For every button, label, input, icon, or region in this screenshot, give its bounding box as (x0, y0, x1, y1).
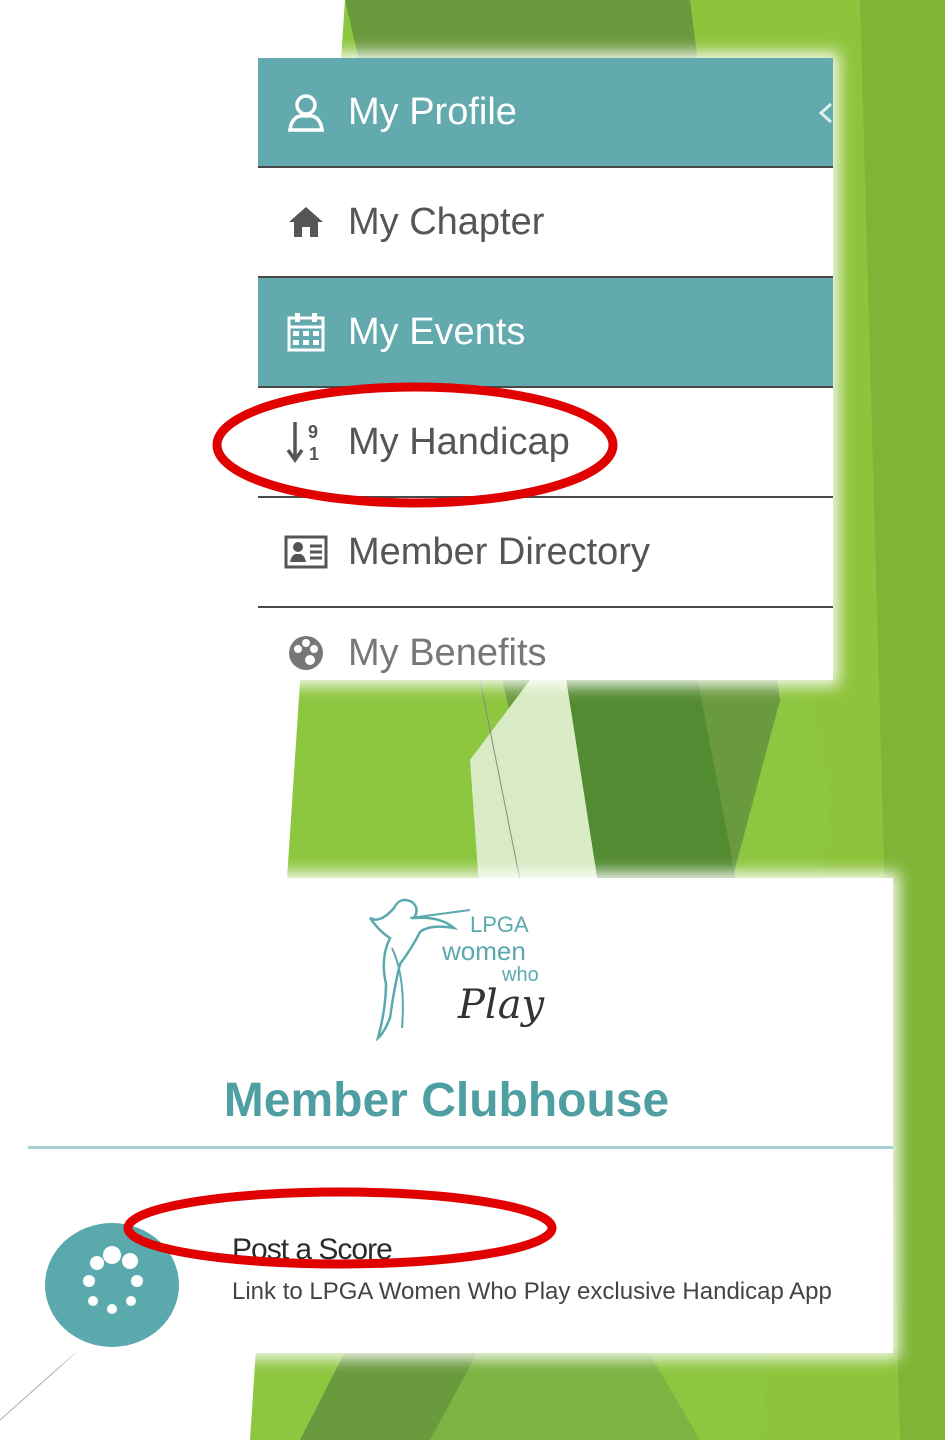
loading-dots-icon[interactable] (45, 1223, 179, 1347)
member-clubhouse-panel: LPGA women who Play Member Clubhouse Pos… (0, 878, 893, 1353)
logo-line-play: Play (458, 982, 545, 1028)
menu-item-label: My Benefits (348, 631, 547, 674)
menu-item-label: My Events (348, 310, 526, 353)
address-card-icon (284, 530, 328, 574)
palette-icon (284, 631, 328, 675)
svg-text:1: 1 (309, 444, 319, 464)
menu-item-my-benefits[interactable]: My Benefits (258, 608, 833, 680)
menu-item-my-events[interactable]: My Events (258, 278, 833, 388)
menu-item-label: Member Directory (348, 530, 650, 573)
divider (28, 1146, 893, 1149)
logo-line-women: women (442, 936, 526, 966)
sort-numeric-icon: 91 (284, 420, 328, 464)
page-title: Member Clubhouse (223, 1074, 670, 1127)
side-menu: My Profile My Chapter My Events 91 My Ha… (258, 58, 833, 680)
menu-item-my-profile[interactable]: My Profile (258, 58, 833, 168)
home-icon (284, 200, 328, 244)
lpga-logo: LPGA women who Play (350, 888, 560, 1048)
menu-item-member-directory[interactable]: Member Directory (258, 498, 833, 608)
chevron-left-icon (818, 102, 833, 124)
menu-item-my-chapter[interactable]: My Chapter (258, 168, 833, 278)
calendar-icon (284, 310, 328, 354)
post-score-description: Link to LPGA Women Who Play exclusive Ha… (232, 1278, 832, 1305)
logo-line-lpga: LPGA (470, 912, 529, 937)
person-icon (284, 90, 328, 134)
post-score-link[interactable]: Post a Score (232, 1233, 393, 1267)
menu-item-my-handicap[interactable]: 91 My Handicap (258, 388, 833, 498)
svg-text:9: 9 (308, 422, 318, 442)
menu-item-label: My Profile (348, 90, 517, 133)
menu-item-label: My Chapter (348, 200, 545, 243)
menu-item-label: My Handicap (348, 420, 570, 463)
